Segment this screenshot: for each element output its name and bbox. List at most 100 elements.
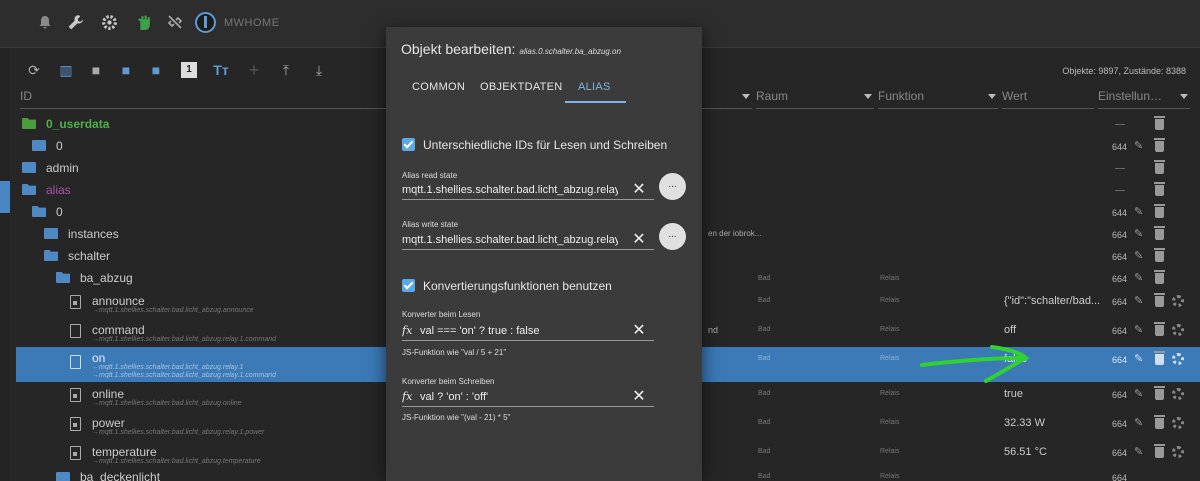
funktion-cell: Relais <box>880 355 900 362</box>
pencil-icon[interactable]: ✎ <box>1134 417 1146 429</box>
download-icon[interactable]: ⤓ <box>311 62 327 78</box>
pencil-icon[interactable]: ✎ <box>1134 228 1146 240</box>
pencil-icon[interactable]: ✎ <box>1134 272 1146 284</box>
folder-open-icon[interactable]: ■ <box>118 62 134 78</box>
acl-value: 664 <box>1112 230 1128 240</box>
raum-cell: Bad <box>758 355 771 362</box>
value-cell[interactable]: {"id":"schalter/bad... <box>1004 295 1100 307</box>
columns-icon[interactable]: ▥ <box>58 62 74 78</box>
select-write-state-button[interactable]: ... <box>659 223 686 250</box>
column-header-einstellungen[interactable]: Einstellun… <box>1098 89 1190 109</box>
write-converter-hint: JS-Funktion wie "(val - 21) * 5" <box>402 413 511 422</box>
gear-icon[interactable] <box>1172 446 1184 458</box>
annotation-arrow-icon <box>920 345 1030 383</box>
alias-target: →mqtt.1.shellies.schalter.bad.licht_abzu… <box>92 400 242 407</box>
number-one-icon[interactable]: 1 <box>181 62 197 78</box>
pencil-icon[interactable]: ✎ <box>1134 324 1146 336</box>
delete-icon[interactable] <box>1154 116 1165 130</box>
objects-stats: Objekte: 9897, Zustände: 8388 <box>1062 66 1186 76</box>
tab-objektdaten[interactable]: OBJEKTDATEN <box>480 81 563 93</box>
value-cell[interactable]: off <box>1004 324 1016 336</box>
gear-icon[interactable] <box>1172 417 1184 429</box>
clear-write-converter-icon[interactable]: ✕ <box>632 389 646 405</box>
value-cell[interactable]: 32.33 W <box>1004 417 1045 429</box>
delete-icon[interactable] <box>1154 444 1165 458</box>
edit-object-dialog: Objekt bearbeiten: alias.0.schalter.ba_ab… <box>386 27 702 481</box>
wrench-icon[interactable] <box>66 14 84 32</box>
plus-icon[interactable]: + <box>246 61 262 79</box>
delete-icon[interactable] <box>1154 351 1165 365</box>
tree-row-name: instances <box>68 227 119 241</box>
pencil-icon[interactable]: ✎ <box>1134 206 1146 218</box>
bell-icon[interactable] <box>36 14 54 32</box>
upload-icon[interactable]: ⤒ <box>278 62 294 78</box>
column-header-raum[interactable]: Raum <box>756 89 874 109</box>
state-lock-icon <box>70 417 81 431</box>
read-converter-input[interactable]: fx val === 'on' ? true : false ✕ <box>402 323 654 341</box>
gear-icon[interactable] <box>100 14 118 32</box>
raum-cell: Bad <box>758 275 771 282</box>
column-header-wert[interactable]: Wert <box>1002 89 1094 109</box>
gear-icon[interactable] <box>1172 324 1184 336</box>
folder-open-icon <box>22 184 36 195</box>
gear-icon[interactable] <box>1172 295 1184 307</box>
different-ids-checkbox[interactable] <box>402 138 415 151</box>
delete-icon[interactable] <box>1154 160 1165 174</box>
delete-icon[interactable] <box>1154 293 1165 307</box>
raum-cell: Bad <box>758 473 771 480</box>
delete-icon[interactable] <box>1154 138 1165 152</box>
refresh-icon[interactable]: ⟳ <box>26 62 42 78</box>
gear-icon[interactable] <box>1172 353 1184 365</box>
column-header-hidden[interactable] <box>702 89 752 109</box>
column-header-funktion[interactable]: Funktion <box>878 89 998 109</box>
delete-icon[interactable] <box>1154 322 1165 336</box>
write-state-input[interactable]: mqtt.1.shellies.schalter.bad.licht_abzug… <box>402 232 654 250</box>
tree-row-name: 0 <box>56 139 63 153</box>
read-state-input[interactable]: mqtt.1.shellies.schalter.bad.licht_abzug… <box>402 182 654 200</box>
delete-icon[interactable] <box>1154 248 1165 262</box>
acl-value: 664 <box>1112 473 1128 481</box>
tree-row-name: 0 <box>56 205 63 219</box>
unlink-icon[interactable] <box>166 14 184 32</box>
tree-row-name: online <box>92 387 125 401</box>
tree-row-name: admin <box>46 161 79 175</box>
alias-target: →mqtt.1.shellies.schalter.bad.licht_abzu… <box>92 336 277 343</box>
clear-read-converter-icon[interactable]: ✕ <box>632 323 646 339</box>
gear-icon[interactable] <box>1172 388 1184 400</box>
state-lock-icon <box>70 295 81 309</box>
delete-icon[interactable] <box>1154 226 1165 240</box>
alias-target: →mqtt.1.shellies.schalter.bad.licht_abzu… <box>92 458 261 465</box>
delete-icon[interactable] <box>1154 204 1165 218</box>
value-cell[interactable]: 56.51 °C <box>1004 446 1047 458</box>
pencil-icon[interactable]: ✎ <box>1134 388 1146 400</box>
delete-icon[interactable] <box>1154 415 1165 429</box>
hand-icon[interactable] <box>134 14 152 32</box>
folder-icon[interactable]: ■ <box>88 62 104 78</box>
column-header-raum-label: Raum <box>756 89 789 103</box>
delete-icon[interactable] <box>1154 182 1165 196</box>
dialog-title-text: Objekt bearbeiten: <box>401 41 516 57</box>
clear-write-state-icon[interactable]: ✕ <box>632 232 646 248</box>
folder-icon <box>56 472 70 481</box>
pencil-icon[interactable]: ✎ <box>1134 353 1146 365</box>
value-cell[interactable]: true <box>1004 388 1023 400</box>
delete-icon[interactable] <box>1154 270 1165 284</box>
use-conversion-checkbox[interactable] <box>402 279 415 292</box>
tab-common[interactable]: COMMON <box>412 81 465 93</box>
tab-alias[interactable]: ALIAS <box>578 81 611 93</box>
select-read-state-button[interactable]: ... <box>659 173 686 200</box>
delete-icon[interactable] <box>1154 386 1165 400</box>
pencil-icon[interactable]: ✎ <box>1134 295 1146 307</box>
left-strip-selection <box>0 181 10 213</box>
write-converter-input[interactable]: fx val ? 'on' : 'off' ✕ <box>402 389 654 407</box>
pencil-icon[interactable]: ✎ <box>1134 140 1146 152</box>
app-logo <box>195 12 216 33</box>
clear-read-state-icon[interactable]: ✕ <box>632 182 646 198</box>
text-size-icon[interactable]: Tт <box>213 62 229 78</box>
acl-value: 664 <box>1112 274 1128 284</box>
folder-closed-icon[interactable]: ■ <box>148 62 164 78</box>
pencil-icon[interactable]: ✎ <box>1134 250 1146 262</box>
pencil-icon[interactable]: ✎ <box>1134 446 1146 458</box>
acl-value: 664 <box>1112 448 1128 458</box>
column-header-id[interactable]: ID <box>20 89 386 109</box>
